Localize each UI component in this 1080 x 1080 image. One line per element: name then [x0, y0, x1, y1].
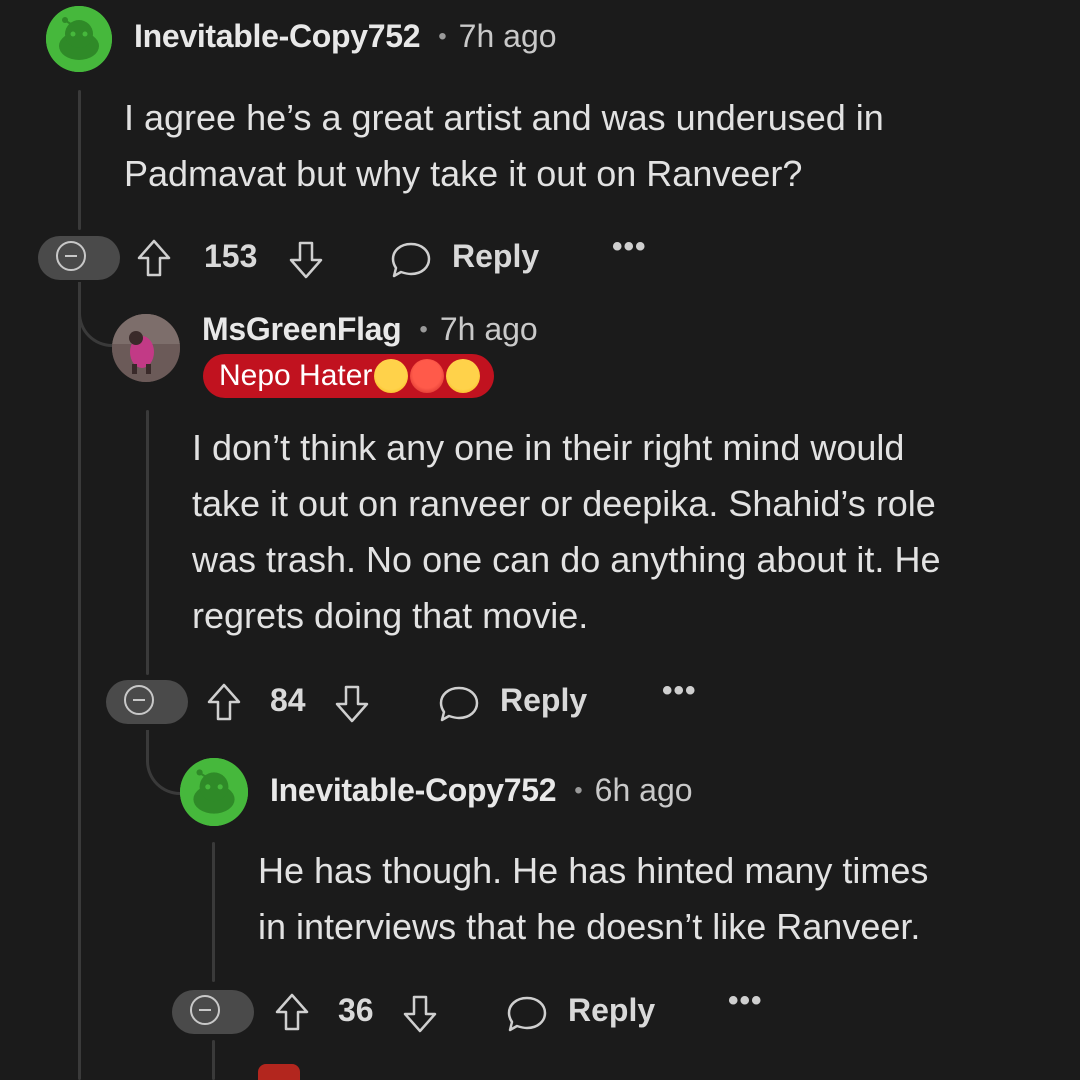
user-photo-icon — [112, 314, 180, 382]
comment-actions: 36 Reply ••• — [172, 984, 772, 1036]
snoo-avatar-icon — [46, 6, 112, 72]
timestamp: 6h ago — [594, 772, 693, 808]
comment-actions: 153 Reply ••• — [38, 230, 678, 282]
cursing-face-emoji-icon — [410, 359, 445, 393]
confounded-face-emoji-icon — [446, 359, 481, 393]
avatar[interactable] — [112, 314, 180, 382]
avatar[interactable] — [46, 6, 112, 72]
reply-button[interactable]: Reply — [452, 238, 539, 275]
reply-icon[interactable] — [390, 240, 432, 280]
vote-score: 84 — [270, 682, 306, 718]
comment-text-line: Padmavat but why take it out on Ranveer? — [124, 153, 803, 194]
upvote-icon[interactable] — [206, 682, 242, 722]
username[interactable]: Inevitable-Copy752 — [134, 18, 421, 55]
reply-icon[interactable] — [506, 994, 548, 1034]
timestamp: 7h ago — [439, 311, 538, 347]
steaming-face-emoji-icon — [374, 359, 409, 393]
comment-text-line: was trash. No one can do anything about … — [192, 539, 941, 580]
collapse-minus-icon — [124, 685, 154, 715]
downvote-icon[interactable] — [402, 994, 438, 1034]
vote-score: 36 — [338, 992, 374, 1028]
user-flair: Nepo Hater — [203, 354, 495, 398]
comment-body: I agree he’s a great artist and was unde… — [124, 90, 884, 202]
thread-line[interactable] — [78, 90, 81, 230]
separator-dot: • — [438, 22, 447, 50]
separator-dot: • — [574, 776, 583, 804]
avatar[interactable] — [180, 758, 248, 826]
more-options-button[interactable]: ••• — [662, 674, 697, 708]
collapse-button[interactable] — [106, 680, 188, 724]
upvote-icon[interactable] — [274, 992, 310, 1032]
separator-dot: • — [419, 315, 428, 343]
comment-body: He has though. He has hinted many times … — [258, 843, 928, 955]
comment-text-line: take it out on ranveer or deepika. Shahi… — [192, 483, 936, 524]
next-comment-avatar-partial — [258, 1064, 300, 1080]
comment-header: Inevitable-Copy752 • 7h ago — [134, 18, 557, 55]
more-options-button[interactable]: ••• — [612, 230, 647, 264]
comment-text-line: He has though. He has hinted many times — [258, 850, 929, 891]
reply-button[interactable]: Reply — [500, 682, 587, 719]
thread-line[interactable] — [146, 410, 149, 675]
downvote-icon[interactable] — [334, 684, 370, 724]
comment-text-line: in interviews that he doesn’t like Ranve… — [258, 906, 921, 947]
username[interactable]: MsGreenFlag — [202, 311, 402, 348]
username[interactable]: Inevitable-Copy752 — [270, 772, 557, 809]
comment-actions: 84 Reply ••• — [106, 674, 726, 726]
thread-line[interactable] — [212, 1040, 215, 1080]
collapse-button[interactable] — [38, 236, 120, 280]
thread-line[interactable] — [212, 842, 215, 982]
collapse-minus-icon — [56, 241, 86, 271]
flair-text: Nepo Hater — [219, 359, 373, 392]
comment-text-line: I don’t think any one in their right min… — [192, 427, 905, 468]
upvote-icon[interactable] — [136, 238, 172, 278]
thread-branch — [146, 730, 185, 795]
collapse-button[interactable] — [172, 990, 254, 1034]
thread-branch — [78, 282, 115, 347]
reply-button[interactable]: Reply — [568, 992, 655, 1029]
comment-text-line: I agree he’s a great artist and was unde… — [124, 97, 884, 138]
comment-text-line: regrets doing that movie. — [192, 595, 589, 636]
more-options-button[interactable]: ••• — [728, 984, 763, 1018]
vote-score: 153 — [204, 238, 258, 274]
thread-line[interactable] — [78, 282, 81, 1080]
comment-body: I don’t think any one in their right min… — [192, 420, 940, 644]
timestamp: 7h ago — [458, 18, 557, 54]
comment-thread: Inevitable-Copy752 • 7h ago I agree he’s… — [0, 0, 1080, 1080]
snoo-avatar-icon — [180, 758, 248, 826]
comment-header: Inevitable-Copy752 • 6h ago — [270, 772, 693, 809]
downvote-icon[interactable] — [288, 240, 324, 280]
reply-icon[interactable] — [438, 684, 480, 724]
comment-header: MsGreenFlag • 7h ago — [202, 311, 538, 348]
collapse-minus-icon — [190, 995, 220, 1025]
